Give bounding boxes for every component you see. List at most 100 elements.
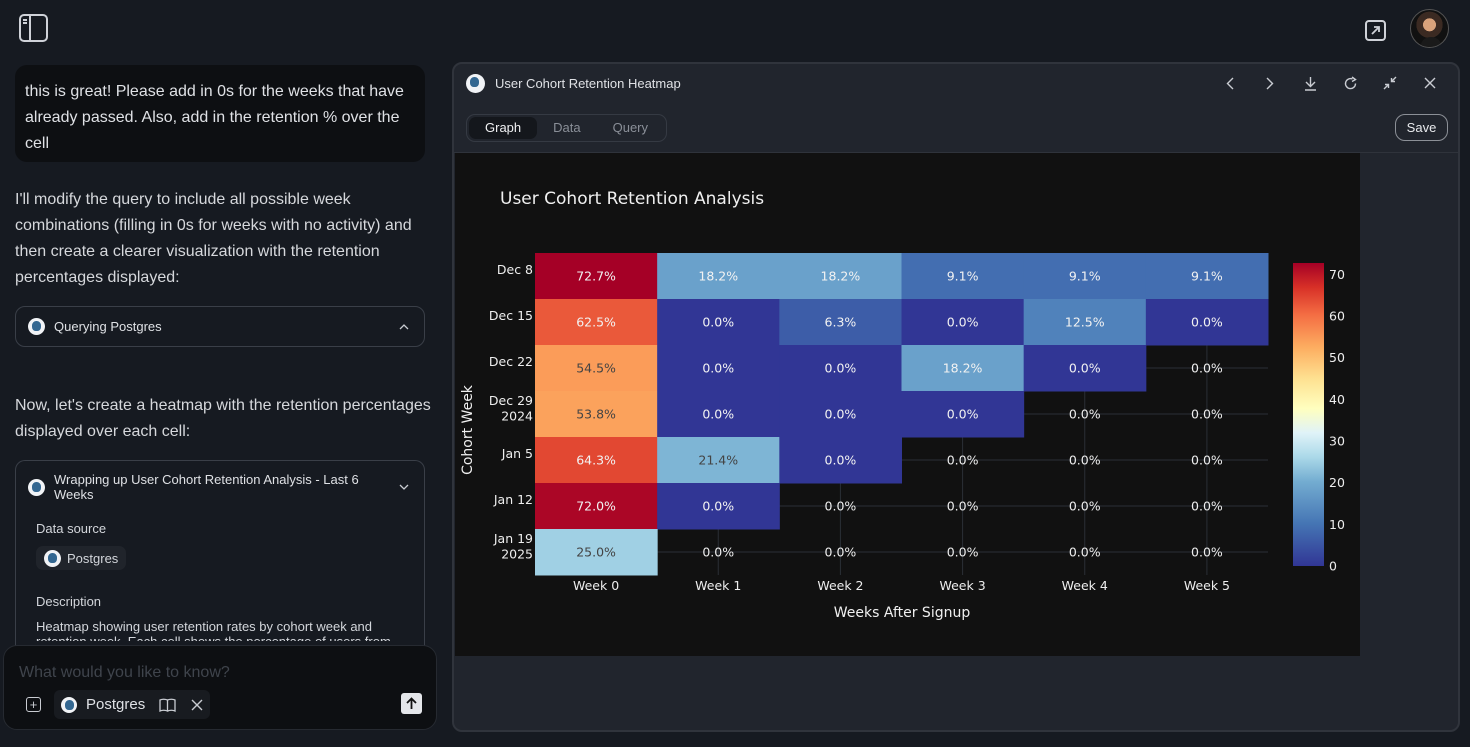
assistant-message: I'll modify the query to include all pos… (15, 191, 412, 286)
cell-label: 0.0% (702, 361, 734, 376)
user-avatar[interactable] (1410, 9, 1449, 48)
tool-call-label: Querying Postgres (54, 319, 162, 334)
chevron-down-icon[interactable] (396, 479, 412, 495)
cell-label: 0.0% (947, 453, 979, 468)
y-tick-label: Dec 22 (489, 354, 533, 369)
description-text: Heatmap showing user retention rates by … (36, 618, 391, 641)
cell-label: 0.0% (947, 545, 979, 560)
cell-label: 0.0% (825, 407, 857, 422)
app-window: this is great! Please add in 0s for the … (0, 0, 1470, 747)
previous-button[interactable] (1210, 72, 1250, 94)
tab-graph[interactable]: Graph (469, 117, 538, 139)
colorbar-tick-label: 50 (1329, 350, 1345, 365)
postgres-icon (28, 318, 45, 335)
chart-title: User Cohort Retention Analysis (500, 189, 764, 209)
cell-label: 0.0% (1069, 545, 1101, 560)
cell-label: 62.5% (576, 315, 616, 330)
chevron-left-icon (1226, 77, 1234, 89)
tool-call-header[interactable]: Wrapping up User Cohort Retention Analys… (16, 461, 424, 513)
cell-label: 0.0% (1069, 407, 1101, 422)
x-tick-label: Week 3 (939, 578, 985, 593)
x-axis-title: Weeks After Signup (834, 605, 971, 621)
chevron-right-icon (1266, 77, 1274, 89)
cell-label: 0.0% (947, 499, 979, 514)
cell-label: 0.0% (1191, 453, 1223, 468)
colorbar-tick-label: 30 (1329, 433, 1345, 448)
book-icon[interactable] (159, 698, 176, 712)
heatmap-svg: 72.7% 18.2% 18.2% 9.1% 9.1% 9.1% 62.5% 0.0% 6.3%… (460, 189, 1345, 621)
x-tick-label: Week 5 (1184, 578, 1230, 593)
chat-composer: + Postgres (3, 645, 437, 730)
postgres-icon (61, 696, 77, 713)
y-tick-label: Dec 8 (497, 262, 533, 277)
tool-call-card-querying[interactable]: Querying Postgres (15, 306, 425, 347)
artifact-panel: User Cohort Retention Heatmap Graph Data… (452, 62, 1460, 732)
cell-label: 64.3% (576, 453, 616, 468)
postgres-icon (466, 73, 485, 93)
remove-source-icon[interactable] (191, 699, 203, 711)
cell-label: 18.2% (943, 361, 983, 376)
minimize-button[interactable] (1370, 72, 1410, 94)
panel-title: User Cohort Retention Heatmap (495, 75, 681, 91)
colorbar-tick-label: 40 (1329, 392, 1345, 407)
y-axis-ticks: Dec 8 Dec 15 Dec 22 Dec 29 2024 Jan 5 Jan 12 Ja… (489, 262, 533, 562)
colorbar-tick-label: 20 (1329, 475, 1345, 490)
sidebar-toggle-icon[interactable] (19, 14, 48, 42)
download-button[interactable] (1290, 72, 1330, 94)
x-tick-label: Week 4 (1062, 578, 1108, 593)
chevron-up-icon[interactable] (396, 319, 412, 335)
data-source-chip[interactable]: Postgres (54, 690, 210, 719)
x-axis-ticks: Week 0 Week 1 Week 2 Week 3 Week 4 Week 5 (573, 578, 1230, 593)
cell-label: 0.0% (702, 545, 734, 560)
x-tick-label: Week 1 (695, 578, 741, 593)
cell-label: 0.0% (1191, 499, 1223, 514)
tool-call-header[interactable]: Querying Postgres (16, 307, 424, 346)
chat-thread: this is great! Please add in 0s for the … (0, 60, 440, 747)
cell-label: 0.0% (947, 315, 979, 330)
chat-input[interactable] (19, 660, 399, 686)
description-label: Description (36, 593, 102, 609)
cell-label: 54.5% (576, 361, 616, 376)
cell-label: 0.0% (1069, 499, 1101, 514)
assistant-message: Now, let's create a heatmap with the ret… (15, 397, 431, 440)
save-button[interactable]: Save (1395, 114, 1448, 141)
send-button[interactable] (401, 693, 422, 714)
postgres-icon (44, 549, 61, 567)
view-tabs: Graph Data Query (466, 114, 668, 142)
y-tick-label: Dec 29 2024 (489, 393, 533, 424)
arrow-up-right-icon (1371, 26, 1380, 35)
tab-data[interactable]: Data (537, 117, 596, 139)
colorbar-tick-label: 70 (1329, 267, 1345, 282)
cell-label: 0.0% (825, 361, 857, 376)
tab-query[interactable]: Query (597, 117, 664, 139)
cell-label: 53.8% (576, 407, 616, 422)
next-button[interactable] (1250, 72, 1290, 94)
add-attachment-button[interactable]: + (26, 697, 41, 712)
refresh-icon (1344, 75, 1357, 89)
cell-label: 0.0% (702, 315, 734, 330)
cell-label: 0.0% (1069, 453, 1101, 468)
cell-label: 21.4% (698, 453, 738, 468)
postgres-icon (28, 478, 45, 496)
data-source-label: Data source (36, 521, 107, 536)
colorbar-tick-label: 10 (1329, 517, 1345, 532)
minimize-icon (1383, 76, 1397, 90)
cell-label: 0.0% (825, 499, 857, 514)
user-message: this is great! Please add in 0s for the … (15, 65, 425, 162)
cell-label: 18.2% (698, 269, 738, 284)
x-tick-label: Week 0 (573, 578, 619, 593)
refresh-button[interactable] (1330, 72, 1370, 94)
close-button[interactable] (1410, 72, 1450, 94)
open-external-button[interactable] (1365, 20, 1386, 41)
colorbar-tick-label: 60 (1329, 308, 1345, 323)
cell-label: 0.0% (1191, 407, 1223, 422)
colorbar (1293, 263, 1324, 566)
colorbar-tick-label: 0 (1329, 559, 1337, 574)
cell-label: 9.1% (947, 269, 979, 284)
tool-call-label: Wrapping up User Cohort Retention Analys… (54, 472, 359, 502)
cell-label: 9.1% (1191, 269, 1223, 284)
y-tick-label: Jan 12 (493, 492, 533, 507)
x-tick-label: Week 2 (817, 578, 863, 593)
data-source-value: Postgres (67, 550, 119, 566)
cell-label: 0.0% (702, 407, 734, 422)
